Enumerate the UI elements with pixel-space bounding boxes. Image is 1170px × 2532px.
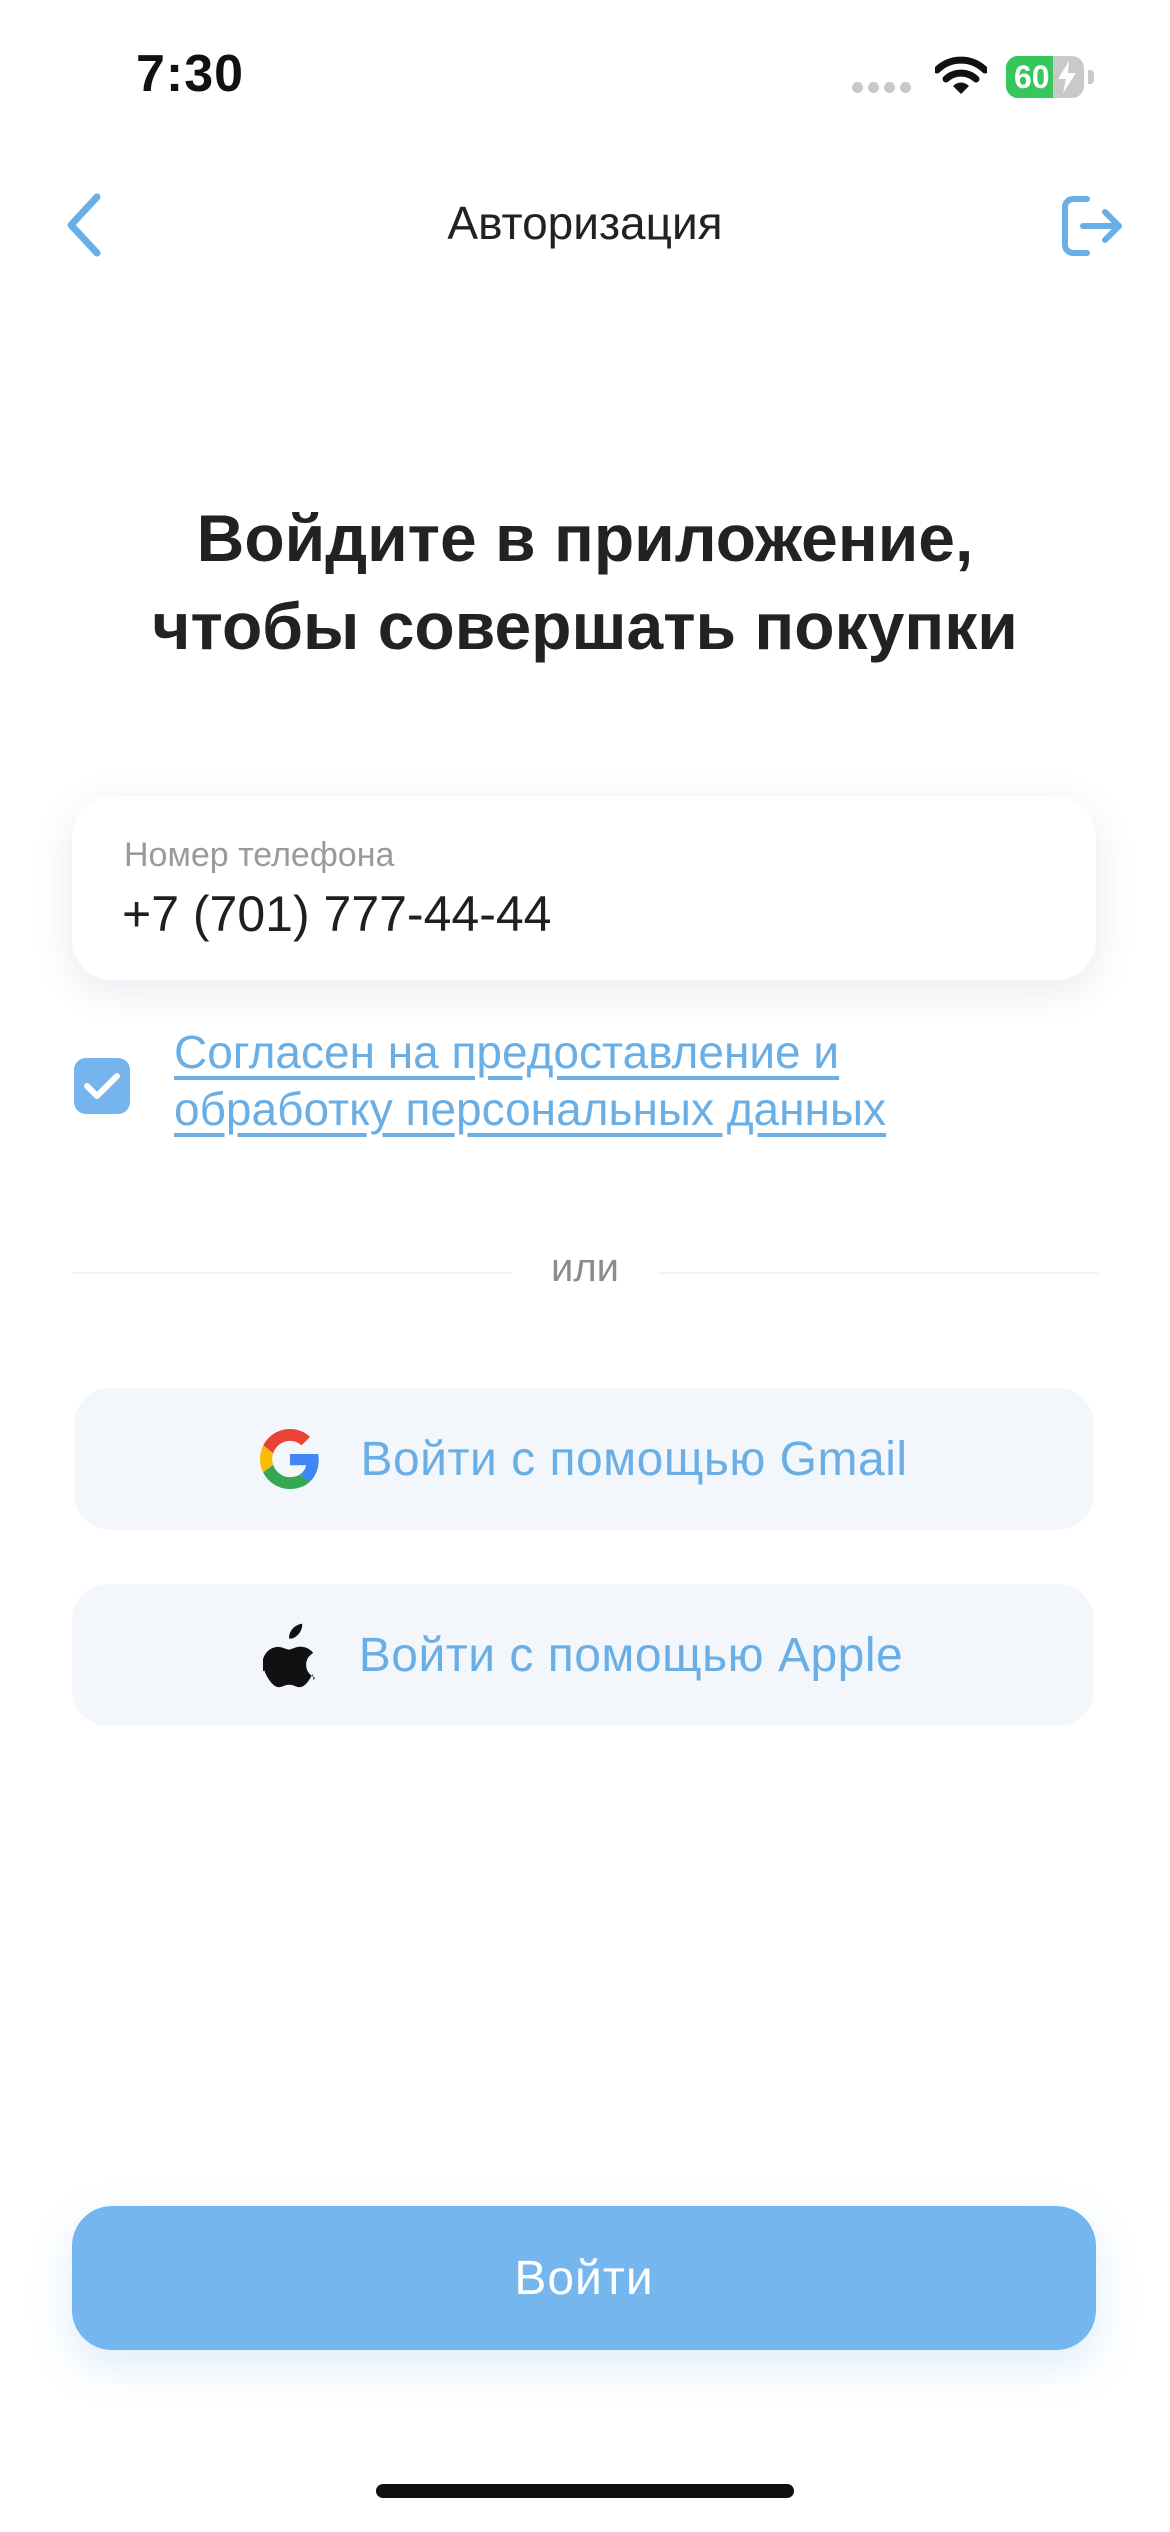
apple-icon (262, 1622, 319, 1688)
phone-input[interactable] (122, 882, 1022, 946)
cellular-signal-icon (852, 82, 912, 94)
login-button-label: Войти (514, 2251, 654, 2305)
page-title: Авторизация (447, 197, 723, 249)
apple-login-label: Войти с помощью Apple (358, 1628, 904, 1682)
phone-field-label: Номер телефона (124, 836, 395, 874)
status-time: 7:30 (136, 45, 245, 103)
apple-login-button[interactable]: Войти с помощью Apple (72, 1584, 1094, 1726)
gmail-login-button[interactable]: Войти с помощью Gmail (74, 1388, 1094, 1530)
consent-line-1: Согласен на предоставление и (174, 1026, 840, 1078)
home-indicator (376, 2484, 794, 2498)
consent-link[interactable]: Согласен на предоставление и обработку п… (174, 1024, 1034, 1138)
wifi-icon (935, 56, 987, 94)
exit-button[interactable] (1052, 184, 1132, 268)
divider-or-text: или (550, 1246, 620, 1290)
charging-bolt-icon (1058, 61, 1076, 93)
sign-out-icon (1062, 196, 1122, 256)
consent-line-2: обработку персональных данных (174, 1083, 887, 1135)
divider-right (658, 1272, 1098, 1274)
status-bar: 7:30 60 (0, 0, 1170, 150)
consent-checkbox[interactable] (74, 1058, 130, 1114)
heading-line-2: чтобы совершать покупки (152, 589, 1018, 663)
checkmark-icon (84, 1073, 120, 1099)
gmail-login-label: Войти с помощью Gmail (360, 1432, 908, 1486)
google-icon (260, 1429, 320, 1489)
login-button[interactable]: Войти (72, 2206, 1096, 2350)
battery-icon: 60 (1006, 56, 1084, 98)
login-heading: Войдите в приложение, чтобы совершать по… (60, 494, 1110, 670)
battery-cap (1088, 70, 1094, 84)
battery-percent: 60 (1014, 59, 1050, 95)
heading-line-1: Войдите в приложение, (196, 501, 974, 575)
phone-field[interactable]: Номер телефона (72, 796, 1096, 980)
